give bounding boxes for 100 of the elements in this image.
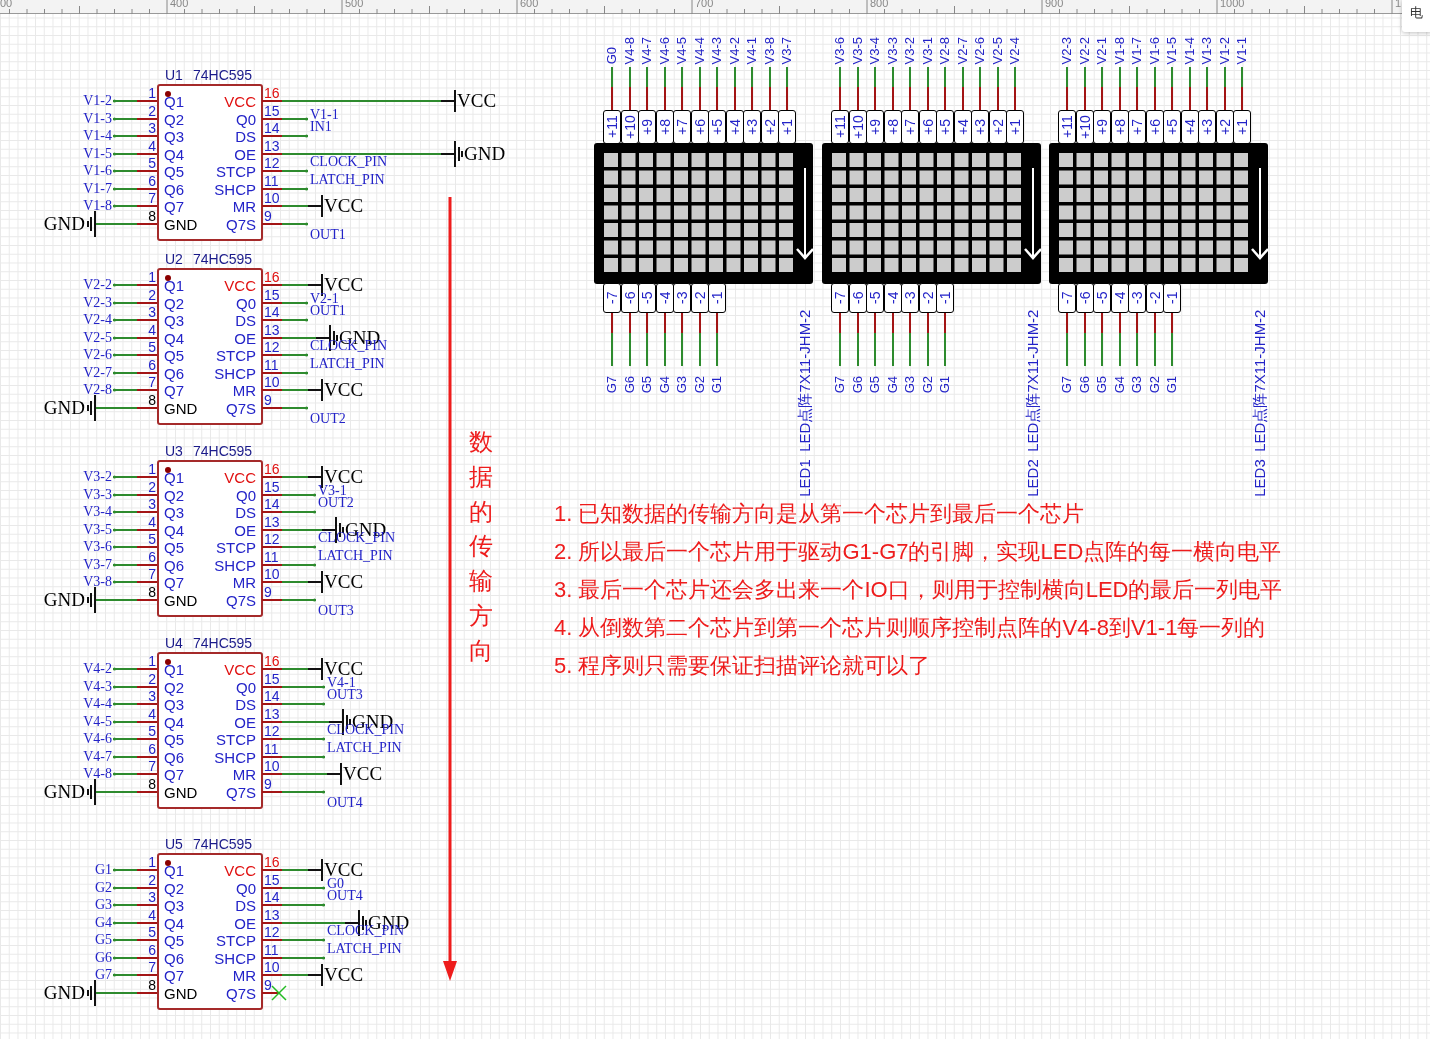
pin-lead bbox=[262, 954, 325, 961]
pin-number: 1 bbox=[148, 654, 156, 668]
net-label: V3-8 bbox=[83, 575, 112, 589]
pin-number: 3 bbox=[148, 121, 156, 135]
pin-lead bbox=[1170, 313, 1174, 366]
power-label: GND bbox=[43, 781, 85, 801]
pin-number: 13 bbox=[264, 907, 280, 922]
pin-number: 12 bbox=[264, 340, 280, 354]
pin-name: Q4 bbox=[164, 146, 184, 162]
pin-number: +2 bbox=[988, 110, 1007, 144]
net-label: G3 bbox=[94, 898, 112, 912]
pin-name: Q3 bbox=[164, 697, 184, 712]
matrix-part-number: LED点阵7X11-JHM-2 bbox=[797, 310, 812, 453]
pin-lead bbox=[262, 884, 325, 891]
pin-number: 16 bbox=[264, 654, 280, 668]
pin-name: GND bbox=[164, 592, 198, 608]
net-label: V4-1 bbox=[327, 675, 356, 690]
pin-name: Q7S bbox=[226, 400, 256, 416]
pin-lead bbox=[855, 313, 860, 366]
net-label: V1-3 bbox=[1200, 36, 1213, 64]
net-label: V4-3 bbox=[83, 679, 112, 694]
pin-lead bbox=[1013, 67, 1017, 110]
pin-lead bbox=[262, 299, 308, 306]
net-label: G3 bbox=[903, 376, 916, 394]
pin-lead bbox=[995, 67, 1000, 110]
net-label: V3-8 bbox=[762, 36, 776, 64]
pin-lead bbox=[113, 884, 157, 891]
pin-number: 9 bbox=[264, 776, 272, 791]
panel-tab[interactable]: 电 bbox=[1402, 0, 1430, 32]
pin-lead bbox=[262, 220, 308, 227]
pin-lead bbox=[1117, 67, 1122, 110]
net-label: G4 bbox=[1112, 376, 1126, 394]
net-label: V1-4 bbox=[1182, 36, 1196, 64]
power-label: VCC bbox=[324, 380, 364, 399]
net-label: V2-3 bbox=[83, 295, 112, 310]
pin-number: 8 bbox=[148, 208, 156, 223]
vcc-symbol bbox=[308, 379, 324, 401]
pin-lead bbox=[113, 150, 157, 157]
pin-name: Q1 bbox=[164, 278, 184, 293]
pin-lead bbox=[262, 753, 325, 760]
net-label: V4-2 bbox=[83, 662, 112, 676]
pin-number: 5 bbox=[148, 532, 156, 546]
pin-lead bbox=[113, 867, 157, 873]
pin-name: DS bbox=[235, 898, 256, 913]
pin-number: 2 bbox=[148, 479, 156, 494]
pin-lead bbox=[262, 937, 325, 943]
net-label: CLOCK_PIN bbox=[310, 155, 387, 169]
pin-lead bbox=[262, 989, 280, 996]
pin-name: Q1 bbox=[164, 863, 184, 878]
pin-name: OE bbox=[234, 915, 256, 931]
net-label: V3-2 bbox=[83, 470, 112, 484]
pin-number: -7 bbox=[831, 283, 849, 313]
net-label: V4-3 bbox=[710, 36, 723, 64]
pin-number: 1 bbox=[148, 462, 156, 476]
pin-number: +2 bbox=[1215, 110, 1234, 144]
pin-number: +6 bbox=[918, 110, 937, 144]
annotation-text: 3. 最后一个芯片还会多出来一个IO口，则用于控制横向LED的最后一列电平 bbox=[554, 576, 1283, 604]
pin-lead bbox=[262, 474, 308, 480]
net-label: V3-5 bbox=[850, 36, 864, 64]
pin-number: +4 bbox=[953, 110, 972, 144]
matrix-reference: LED1 bbox=[797, 459, 812, 497]
annotation-text: 2. 所以最后一个芯片用于驱动G1-G7的引脚，实现LED点阵的每一横向电平 bbox=[554, 538, 1283, 566]
pin-lead bbox=[262, 404, 308, 411]
pin-lead bbox=[113, 718, 157, 725]
net-label: G5 bbox=[868, 376, 881, 394]
pin-lead bbox=[262, 203, 308, 209]
pin-name: Q7 bbox=[164, 575, 184, 590]
pin-number: +1 bbox=[778, 110, 796, 144]
pin-number: -7 bbox=[603, 283, 621, 313]
pin-number: 13 bbox=[264, 514, 280, 529]
pin-lead bbox=[960, 67, 965, 110]
net-label: V3-7 bbox=[83, 557, 112, 572]
net-label: G1 bbox=[94, 863, 112, 877]
pin-name: STCP bbox=[216, 348, 256, 363]
pin-lead bbox=[1152, 313, 1157, 366]
net-label: V3-5 bbox=[83, 522, 112, 537]
ruler-label: 1000 bbox=[1220, 0, 1245, 9]
power-label: VCC bbox=[324, 659, 364, 678]
pin-number: 10 bbox=[264, 567, 280, 581]
pin-name: Q4 bbox=[164, 330, 184, 346]
net-label: G7 bbox=[1060, 376, 1073, 394]
pin-number: -7 bbox=[1058, 283, 1076, 313]
pin-name: Q3 bbox=[164, 505, 184, 520]
vcc-symbol bbox=[327, 763, 343, 785]
pin-lead bbox=[113, 387, 157, 393]
net-label: G2 bbox=[920, 376, 934, 394]
pin-number: +11 bbox=[831, 110, 849, 144]
pin-number: 3 bbox=[148, 689, 156, 703]
pin-lead bbox=[943, 67, 947, 110]
pin-number: +3 bbox=[1198, 110, 1216, 144]
pin-number: 11 bbox=[264, 741, 279, 756]
net-label: G3 bbox=[675, 376, 688, 394]
ruler-label: 700 bbox=[695, 0, 714, 9]
power-label: VCC bbox=[324, 965, 364, 984]
pin-number: 7 bbox=[148, 191, 156, 205]
pin-name: MR bbox=[232, 575, 256, 590]
pin-name: Q1 bbox=[164, 94, 184, 109]
pin-name: STCP bbox=[216, 164, 256, 179]
net-label: V3-1 bbox=[318, 483, 347, 498]
pin-name: Q3 bbox=[164, 898, 184, 913]
